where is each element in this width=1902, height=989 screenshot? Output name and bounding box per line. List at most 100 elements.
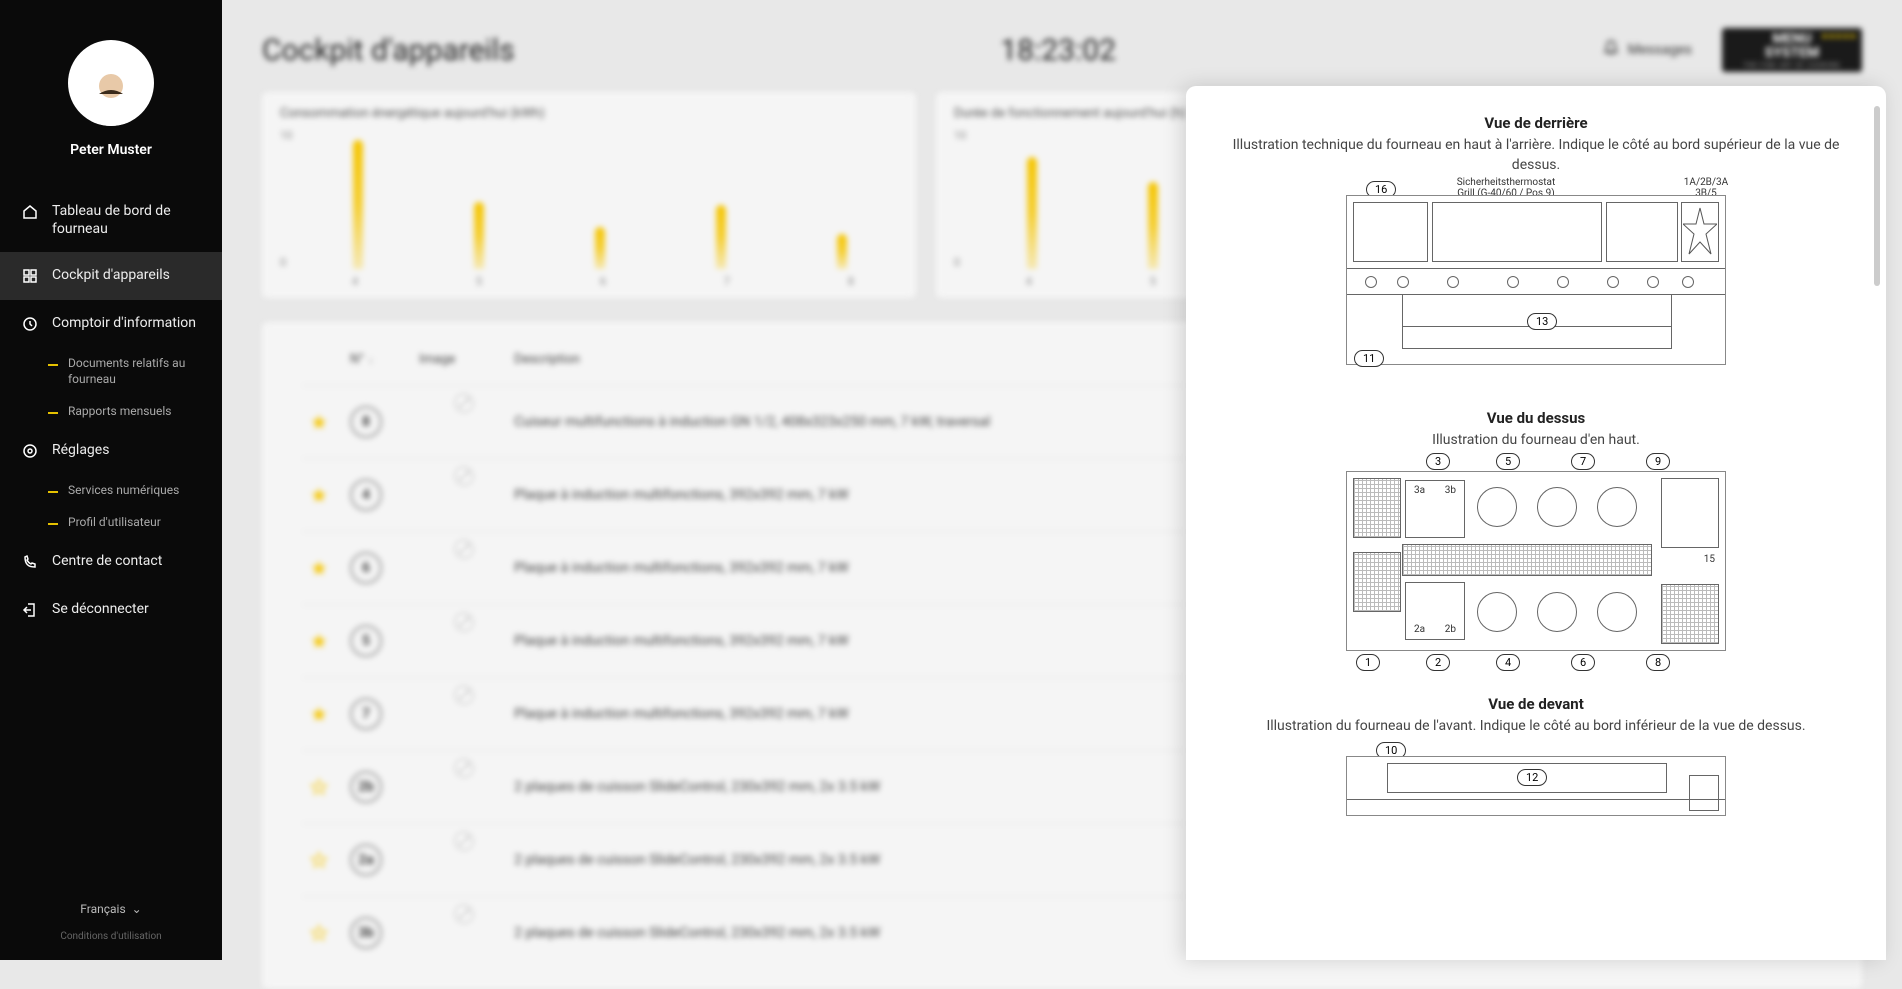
expand-icon[interactable]: ⤢ — [455, 832, 473, 850]
expand-icon[interactable]: ⤢ — [455, 467, 473, 485]
expand-icon[interactable]: ⤢ — [455, 394, 473, 412]
y-axis: 100 — [954, 129, 966, 269]
device-number-badge: 4 — [350, 479, 382, 511]
panel-section-rear: Vue de derrière Illustration technique d… — [1230, 114, 1842, 369]
stars-icon: ★★★★★ — [1821, 32, 1856, 42]
callout-12: 12 — [1517, 769, 1547, 786]
callout-8: 8 — [1646, 654, 1670, 671]
messages-button[interactable]: Messages — [1602, 39, 1692, 61]
nav-logout[interactable]: Se déconnecter — [0, 586, 222, 634]
star-icon[interactable]: ★ — [310, 410, 328, 434]
illustration-top: 3a 3b 2a 2b 15 — [1346, 471, 1726, 651]
nav-info-desk[interactable]: Comptoir d'information — [0, 300, 222, 348]
nav-sub-documents[interactable]: Documents relatifs au fourneau — [0, 348, 222, 395]
header: Cockpit d'appareils 18:23:02 Messages ★★… — [262, 0, 1862, 92]
clock: 18:23:02 — [1000, 33, 1116, 68]
bar — [1027, 157, 1037, 269]
sidebar: Peter Muster Tableau de bord de fourneau… — [0, 0, 222, 960]
col-num[interactable]: N°↓ — [342, 342, 411, 386]
device-number-badge: 2b — [350, 771, 382, 803]
expand-icon[interactable]: ⤢ — [455, 613, 473, 631]
device-desc: 2 plaques de cuisson SlideControl, 230x3… — [506, 824, 1215, 897]
user-profile[interactable]: Peter Muster — [0, 0, 222, 178]
device-thumbnail[interactable]: ⤢ — [419, 546, 469, 586]
device-desc: Plaque à induction multifonctions, 392x3… — [506, 678, 1215, 751]
callout-4: 4 — [1496, 654, 1520, 671]
panel-title: Vue de devant — [1230, 695, 1842, 713]
sidebar-footer: Français ⌄ Conditions d'utilisation — [0, 898, 222, 960]
scrollbar[interactable] — [1874, 106, 1880, 286]
star-icon[interactable]: ★ — [310, 775, 328, 799]
terms-link[interactable]: Conditions d'utilisation — [0, 931, 222, 942]
grid-icon — [20, 266, 40, 286]
gear-icon — [20, 441, 40, 461]
callout-3: 3 — [1426, 453, 1450, 470]
device-number-badge: 8 — [350, 406, 382, 438]
callout-9: 9 — [1646, 453, 1670, 470]
panel-section-top: Vue du dessus Illustration du fourneau d… — [1230, 409, 1842, 655]
panel-desc: Illustration technique du fourneau en ha… — [1230, 136, 1842, 175]
bullet-icon — [48, 412, 58, 414]
callout-6: 6 — [1571, 654, 1595, 671]
expand-icon[interactable]: ⤢ — [455, 905, 473, 923]
nav-cockpit[interactable]: Cockpit d'appareils — [0, 252, 222, 300]
star-icon[interactable]: ★ — [310, 921, 328, 945]
logout-icon — [20, 600, 40, 620]
nav-settings[interactable]: Réglages — [0, 427, 222, 475]
bar — [716, 205, 726, 269]
device-desc: 2 plaques de cuisson SlideControl, 230x3… — [506, 897, 1215, 970]
device-desc: Plaque à induction multifonctions, 392x3… — [506, 459, 1215, 532]
callout-5: 5 — [1496, 453, 1520, 470]
layout-panel: › Disposition du fourneau Vue de derrièr… — [1186, 86, 1886, 960]
sort-icon: ↓ — [368, 353, 374, 366]
star-icon[interactable]: ★ — [310, 556, 328, 580]
nav-contact[interactable]: Centre de contact — [0, 538, 222, 586]
nav-sub-reports[interactable]: Rapports mensuels — [0, 396, 222, 428]
callout-11: 11 — [1354, 350, 1384, 367]
language-selector[interactable]: Français ⌄ — [80, 902, 141, 916]
col-desc[interactable]: Description — [506, 342, 1215, 386]
bar — [1148, 182, 1158, 269]
panel-desc: Illustration du fourneau de l'avant. Ind… — [1230, 717, 1842, 737]
panel-desc: Illustration du fourneau d'en haut. — [1230, 431, 1842, 451]
chart-area: 100 — [280, 129, 898, 269]
device-desc: Plaque à induction multifonctions, 392x3… — [506, 532, 1215, 605]
expand-icon[interactable]: ⤢ — [455, 686, 473, 704]
callout-1: 1 — [1356, 654, 1380, 671]
device-thumbnail[interactable]: ⤢ — [419, 619, 469, 659]
nav-menu: Tableau de bord de fourneau Cockpit d'ap… — [0, 188, 222, 898]
illustration-front: 12 — [1346, 756, 1726, 816]
col-image[interactable]: Image — [411, 342, 506, 386]
device-desc: 2 plaques de cuisson SlideControl, 230x3… — [506, 751, 1215, 824]
bar — [474, 202, 484, 269]
nav-dashboard[interactable]: Tableau de bord de fourneau — [0, 188, 222, 252]
star-icon[interactable]: ★ — [310, 483, 328, 507]
star-icon[interactable]: ★ — [310, 629, 328, 653]
device-thumbnail[interactable]: ⤢ — [419, 692, 469, 732]
bullet-icon — [48, 364, 58, 366]
illustration-rear: 13 — [1346, 195, 1726, 365]
expand-icon[interactable]: ⤢ — [455, 759, 473, 777]
device-thumbnail[interactable]: ⤢ — [419, 400, 469, 440]
avatar — [68, 40, 154, 126]
expand-icon[interactable]: ⤢ — [455, 540, 473, 558]
device-thumbnail[interactable]: ⤢ — [419, 765, 469, 805]
bullet-icon — [48, 523, 58, 525]
nav-sub-profile[interactable]: Profil d'utilisateur — [0, 507, 222, 539]
star-icon[interactable]: ★ — [310, 702, 328, 726]
device-number-badge: 7 — [350, 698, 382, 730]
device-thumbnail[interactable]: ⤢ — [419, 838, 469, 878]
bar — [595, 227, 605, 269]
callout-13: 13 — [1527, 313, 1557, 330]
page-title: Cockpit d'appareils — [262, 33, 515, 68]
star-icon[interactable]: ★ — [310, 848, 328, 872]
chevron-down-icon: ⌄ — [132, 902, 142, 916]
device-thumbnail[interactable]: ⤢ — [419, 911, 469, 951]
device-thumbnail[interactable]: ⤢ — [419, 473, 469, 513]
panel-title: Vue du dessus — [1230, 409, 1842, 427]
panel-title: Vue de derrière — [1230, 114, 1842, 132]
user-name: Peter Muster — [70, 142, 152, 158]
panel-section-front: Vue de devant Illustration du fourneau d… — [1230, 695, 1842, 821]
device-number-badge: 6 — [350, 552, 382, 584]
nav-sub-digital-services[interactable]: Services numériques — [0, 475, 222, 507]
